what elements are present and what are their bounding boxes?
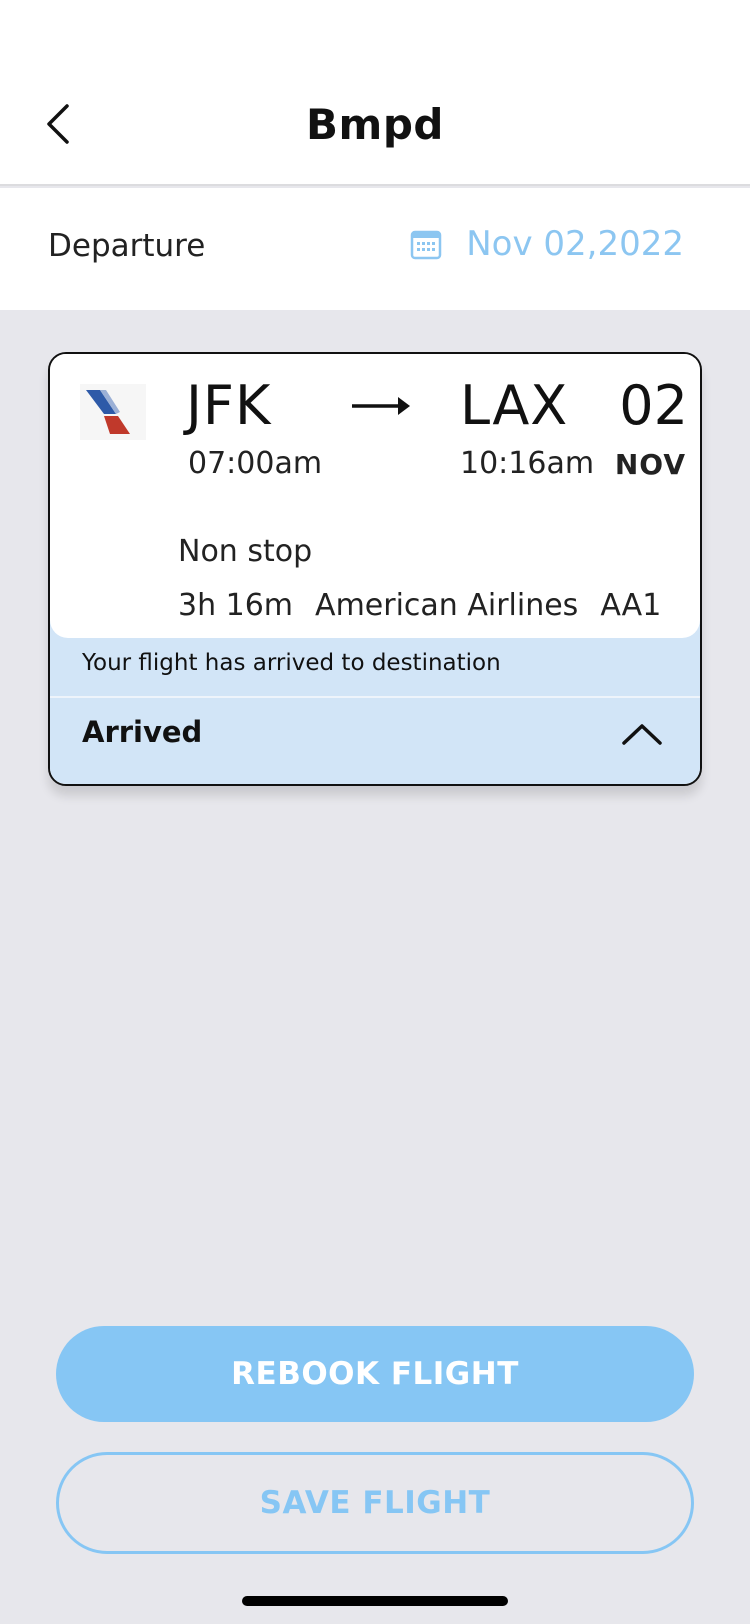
rebook-flight-button[interactable]: REBOOK FLIGHT xyxy=(56,1326,694,1422)
departure-date: Nov 02,2022 xyxy=(466,224,684,264)
flight-card[interactable]: JFK LAX 02 07:00am 10:16am NOV Non stop … xyxy=(48,352,702,786)
departure-date-picker[interactable]: Nov 02,2022 xyxy=(410,224,684,264)
calendar-icon xyxy=(410,230,442,260)
destination-code: LAX xyxy=(460,374,569,437)
flight-duration: 3h 16m xyxy=(178,588,294,623)
status-message: Your flight has arrived to destination xyxy=(82,650,501,676)
collapse-toggle[interactable] xyxy=(618,714,666,754)
chevron-up-icon xyxy=(622,724,662,745)
save-flight-button[interactable]: SAVE FLIGHT xyxy=(56,1452,694,1554)
flight-meta: 3h 16m American Airlines AA1 xyxy=(178,588,661,623)
page-title: Bmpd xyxy=(306,100,444,149)
home-indicator[interactable] xyxy=(242,1596,508,1606)
departure-row: Departure Nov 02,2022 xyxy=(0,188,750,310)
departure-time: 07:00am xyxy=(188,446,323,481)
stops-info: Non stop xyxy=(178,534,313,569)
divider xyxy=(50,696,700,698)
flight-summary: JFK LAX 02 07:00am 10:16am NOV Non stop … xyxy=(50,354,700,638)
arrival-time: 10:16am xyxy=(460,446,595,481)
flight-status-panel: Your flight has arrived to destination A… xyxy=(50,616,700,784)
airline-name: American Airlines xyxy=(315,588,579,623)
status-label: Arrived xyxy=(82,715,203,749)
flight-day: 02 xyxy=(619,374,688,437)
flight-detail-screen: Bmpd Departure Nov 02,2022 JFK LAX 02 07… xyxy=(0,0,750,1624)
top-nav-bar: Bmpd xyxy=(0,0,750,186)
flight-number: AA1 xyxy=(600,588,662,623)
airline-logo xyxy=(80,384,146,440)
flight-month: NOV xyxy=(614,448,686,481)
departure-label: Departure xyxy=(48,228,206,264)
origin-code: JFK xyxy=(186,374,272,437)
arrow-right-icon xyxy=(352,397,410,415)
